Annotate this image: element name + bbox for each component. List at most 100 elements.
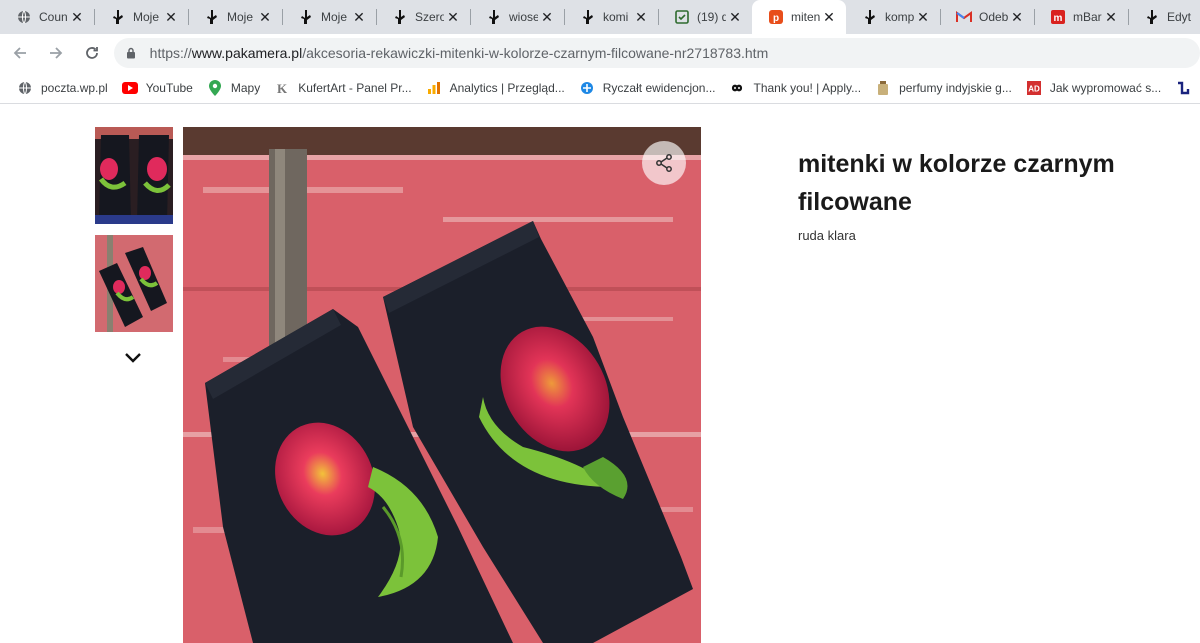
browser-tab[interactable]: Szero ✕ xyxy=(376,0,470,34)
analytics-icon xyxy=(426,80,442,96)
close-tab-icon[interactable]: ✕ xyxy=(1102,9,1120,26)
tab-title: komp xyxy=(885,10,914,24)
svg-text:m: m xyxy=(1054,13,1063,24)
bookmark-label: Ryczałt ewidencjon... xyxy=(602,80,716,95)
close-tab-icon[interactable]: ✕ xyxy=(726,9,744,26)
browser-tab[interactable]: wiose ✕ xyxy=(470,0,564,34)
tab-title: Count xyxy=(39,10,68,24)
close-tab-icon[interactable]: ✕ xyxy=(538,9,556,26)
bookmarks-bar: poczta.wp.pl YouTube Mapy K KufertArt - Pane… xyxy=(0,72,1200,104)
bookmark-item[interactable]: Analytics | Przegląd... xyxy=(421,74,570,102)
tab-title: Odeb xyxy=(979,10,1008,24)
bookmark-label: poczta.wp.pl xyxy=(41,80,108,95)
tab-title: Edyt xyxy=(1167,10,1192,24)
bookmark-item[interactable]: Porta xyxy=(1170,74,1200,102)
portal-icon xyxy=(1175,80,1191,96)
browser-tab[interactable]: Edyt ✕ xyxy=(1128,0,1200,34)
inbox-icon xyxy=(674,9,690,25)
product-main-image[interactable] xyxy=(183,127,701,643)
product-title: mitenki w kolorze czarnym filcowane xyxy=(798,150,1115,216)
hand-icon xyxy=(862,9,878,25)
tab-title: wiose xyxy=(509,10,538,24)
bookmark-item[interactable]: poczta.wp.pl xyxy=(12,74,113,102)
address-bar[interactable]: https://www.pakamera.pl/akcesoria-rekawi… xyxy=(113,38,1200,68)
close-tab-icon[interactable]: ✕ xyxy=(256,9,274,26)
lock-icon xyxy=(126,47,140,59)
url-path: /akcesoria-rekawiczki-mitenki-w-kolorze-… xyxy=(302,45,769,61)
youtube-icon xyxy=(121,80,138,96)
tab-title: komi xyxy=(603,10,629,24)
url-host: www.pakamera.pl xyxy=(191,45,303,61)
browser-tab[interactable]: komp ✕ xyxy=(846,0,940,34)
tab-title: miten xyxy=(791,10,820,24)
reload-icon xyxy=(85,47,98,59)
bookmark-label: Analytics | Przegląd... xyxy=(449,80,565,95)
perfume-icon xyxy=(875,80,891,96)
bookmark-label: KufertArt - Panel Pr... xyxy=(298,80,412,95)
svg-text:AD: AD xyxy=(1028,84,1040,93)
close-tab-icon[interactable]: ✕ xyxy=(162,9,180,26)
browser-tab-active[interactable]: p miten ✕ xyxy=(752,0,846,34)
reload-button[interactable] xyxy=(76,37,108,69)
gmail-icon xyxy=(956,9,972,25)
forward-button[interactable] xyxy=(40,37,72,69)
close-tab-icon[interactable]: ✕ xyxy=(820,9,838,26)
browser-tab[interactable]: Count ✕ xyxy=(0,0,94,34)
tab-title: mBar xyxy=(1073,10,1102,24)
bookmark-label: perfumy indyjskie g... xyxy=(899,80,1012,95)
bookmark-item[interactable]: YouTube xyxy=(117,74,198,102)
browser-toolbar: https://www.pakamera.pl/akcesoria-rekawi… xyxy=(0,34,1200,72)
maps-pin-icon xyxy=(207,79,223,96)
close-tab-icon[interactable]: ✕ xyxy=(68,9,86,26)
mbank-icon: m xyxy=(1050,9,1066,25)
close-tab-icon[interactable]: ✕ xyxy=(914,9,932,26)
hand-icon xyxy=(392,9,408,25)
hand-icon xyxy=(204,9,220,25)
product-seller-link[interactable]: ruda klara xyxy=(798,228,856,243)
bookmark-item[interactable]: K KufertArt - Panel Pr... xyxy=(269,74,416,102)
product-thumbnail-2[interactable] xyxy=(95,235,173,332)
close-tab-icon[interactable]: ✕ xyxy=(350,9,368,26)
close-tab-icon[interactable]: ✕ xyxy=(1008,9,1026,26)
tab-title: Moje xyxy=(321,10,348,24)
arrow-right-icon xyxy=(49,47,63,59)
bookmark-label: YouTube xyxy=(145,80,193,95)
browser-tab[interactable]: komi ✕ xyxy=(564,0,658,34)
pakamera-icon: p xyxy=(768,9,784,25)
browser-tab[interactable]: m mBar ✕ xyxy=(1034,0,1128,34)
bookmark-label: Mapy xyxy=(230,80,261,95)
tab-title: Moje xyxy=(227,10,254,24)
browser-tab[interactable]: Moje ✕ xyxy=(282,0,376,34)
hand-icon xyxy=(1144,9,1160,25)
infinity-icon xyxy=(729,80,745,96)
chevron-down-icon xyxy=(125,353,141,363)
url-prefix: https:// xyxy=(149,45,192,61)
hand-icon xyxy=(580,9,596,25)
kufert-icon: K xyxy=(274,80,290,96)
arrow-left-icon xyxy=(13,47,26,59)
hand-icon xyxy=(110,9,126,25)
browser-tab[interactable]: Moje ✕ xyxy=(94,0,188,34)
back-button[interactable] xyxy=(4,37,36,69)
close-tab-icon[interactable]: ✕ xyxy=(444,9,462,26)
product-page: mitenki w kolorze czarnym filcowane ruda… xyxy=(0,105,1200,643)
hand-icon xyxy=(486,9,502,25)
share-button[interactable] xyxy=(642,141,686,185)
bookmark-item[interactable]: Mapy xyxy=(202,74,265,102)
close-tab-icon[interactable]: ✕ xyxy=(1196,9,1200,26)
bookmark-item[interactable]: Thank you! | Apply... xyxy=(724,74,866,102)
ryczalt-icon xyxy=(579,80,595,96)
browser-tab[interactable]: Odeb ✕ xyxy=(940,0,1034,34)
tab-strip: Count ✕ Moje ✕ Moje ✕ Moje ✕ Szero ✕ wiose ✕ komi ✕ (1… xyxy=(0,0,1200,34)
browser-tab[interactable]: (19) d ✕ xyxy=(658,0,752,34)
ad-icon: AD xyxy=(1026,80,1042,96)
browser-tab[interactable]: Moje ✕ xyxy=(188,0,282,34)
bookmark-item[interactable]: AD Jak wypromować s... xyxy=(1021,74,1166,102)
tab-title: (19) d xyxy=(697,10,726,24)
bookmark-label: Jak wypromować s... xyxy=(1049,80,1162,95)
close-tab-icon[interactable]: ✕ xyxy=(632,9,650,26)
bookmark-item[interactable]: perfumy indyjskie g... xyxy=(870,74,1017,102)
bookmark-item[interactable]: Ryczałt ewidencjon... xyxy=(574,74,721,102)
product-thumbnail-1[interactable] xyxy=(95,127,173,224)
thumbnails-scroll-down-button[interactable] xyxy=(121,346,145,370)
